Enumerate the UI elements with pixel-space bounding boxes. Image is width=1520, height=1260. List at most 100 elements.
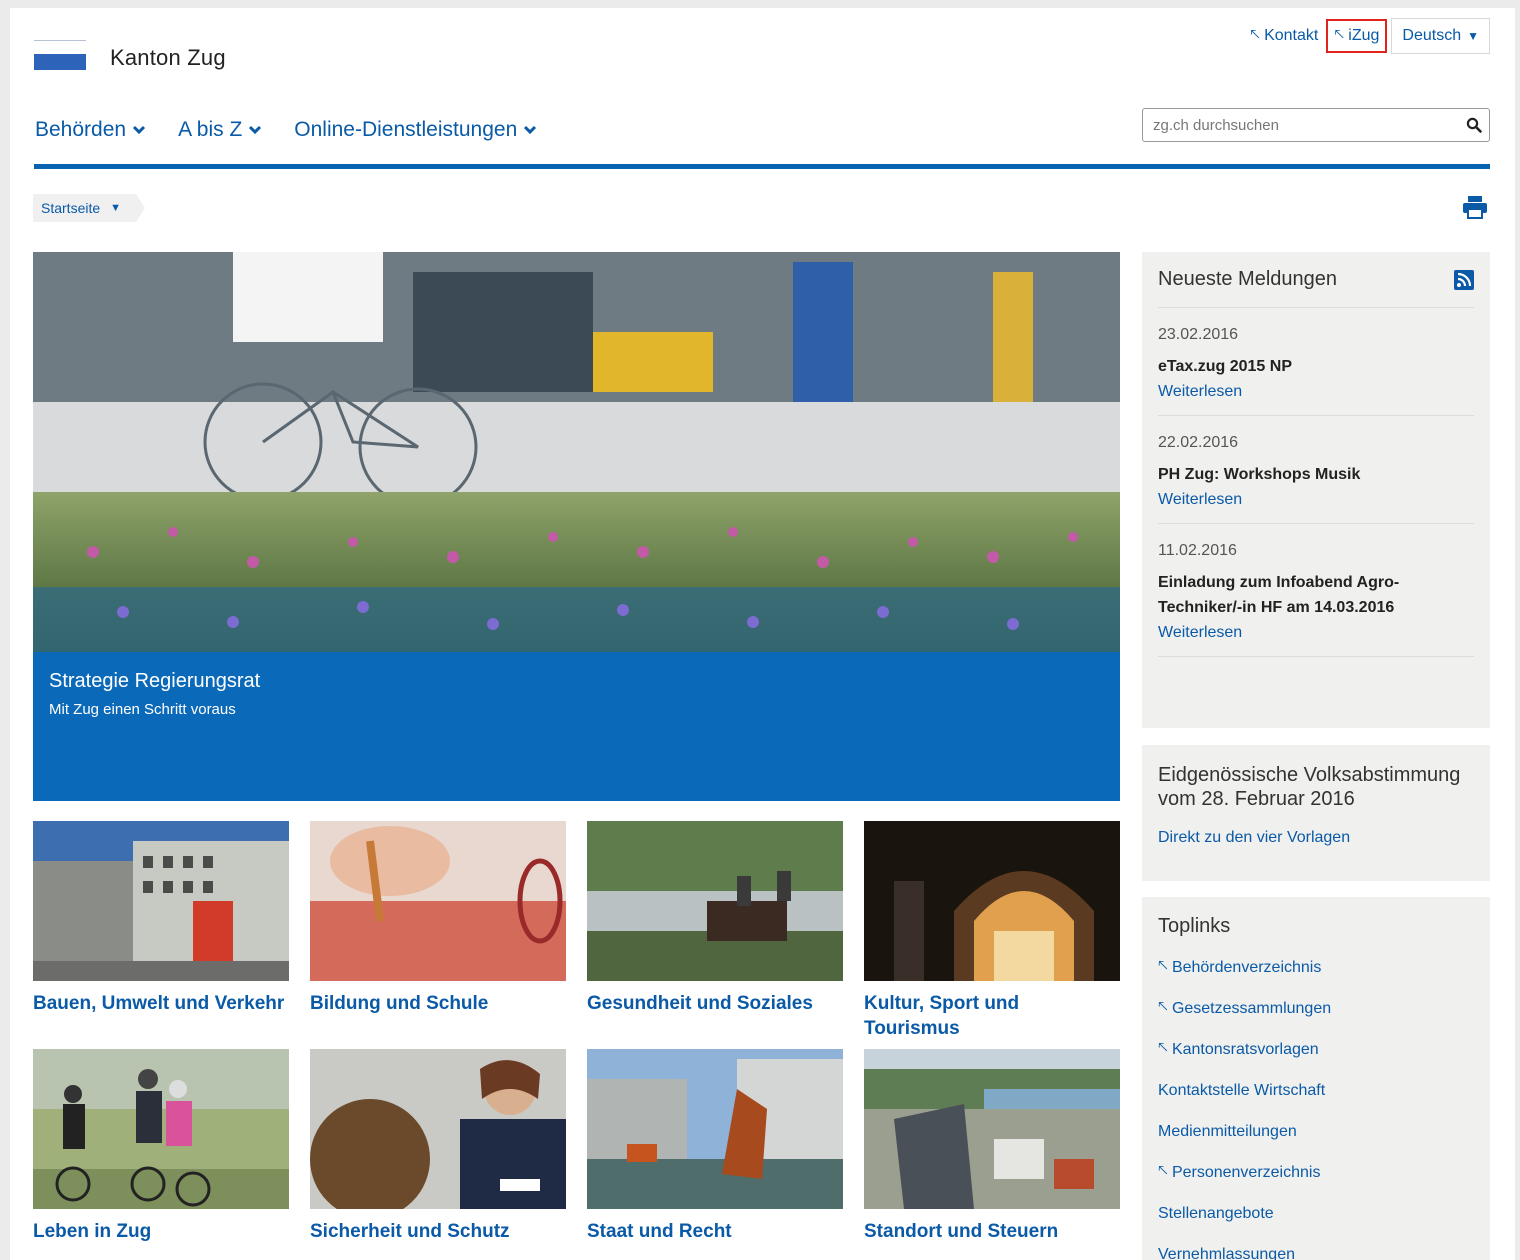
toplink-kontaktstelle-wirtschaft[interactable]: Kontaktstelle Wirtschaft xyxy=(1158,1079,1474,1102)
tile-label: Kultur, Sport und Tourismus xyxy=(864,993,1020,1039)
external-arrow-icon: 🡔 xyxy=(1158,1039,1168,1056)
logo-text: Kanton Zug xyxy=(110,45,226,70)
tile-standort[interactable]: Standort und Steuern xyxy=(864,1049,1120,1244)
site-logo[interactable]: Kanton Zug xyxy=(34,38,226,78)
caret-down-icon: ▼ xyxy=(110,202,122,214)
news-item: 23.02.2016 eTax.zug 2015 NP Weiterlesen xyxy=(1158,308,1474,416)
tile-leben[interactable]: Leben in Zug xyxy=(33,1049,289,1244)
search-input[interactable] xyxy=(1143,110,1459,140)
tile-image xyxy=(864,821,1120,981)
tile-image xyxy=(33,821,289,981)
toplink-kantonsratsvorlagen[interactable]: 🡔 Kantonsratsvorlagen xyxy=(1158,1038,1474,1061)
news-date: 11.02.2016 xyxy=(1158,542,1237,559)
news-date: 22.02.2016 xyxy=(1158,434,1239,451)
vote-box: Eidgenössische Volksabstimmung vom 28. F… xyxy=(1142,745,1490,881)
tile-image xyxy=(33,1049,289,1209)
news-headline: Einladung zum Infoabend Agro-Techniker/-… xyxy=(1158,574,1400,616)
logo-mark xyxy=(34,38,86,78)
external-arrow-icon: 🡔 xyxy=(1158,957,1168,974)
toplink-behoerdenverzeichnis[interactable]: 🡔 Behördenverzeichnis xyxy=(1158,956,1474,979)
hero-title: Strategie Regierungsrat xyxy=(49,670,261,692)
vote-title: Eidgenössische Volksabstimmung vom 28. F… xyxy=(1158,764,1461,810)
news-title: Neueste Meldungen xyxy=(1158,268,1338,290)
nav-item-a-bis-z[interactable]: A bis Z xyxy=(178,118,262,142)
language-select[interactable]: Deutsch ▼ xyxy=(1391,18,1490,54)
toplinks-box: Toplinks 🡔 Behördenverzeichnis 🡔 Gesetzess… xyxy=(1142,897,1490,1260)
toplink-label: Kontaktstelle Wirtschaft xyxy=(1158,1081,1326,1099)
print-icon[interactable] xyxy=(1462,194,1488,220)
tile-sicherheit[interactable]: Sicherheit und Schutz xyxy=(310,1049,566,1244)
tile-gesundheit[interactable]: Gesundheit und Soziales xyxy=(587,821,843,1016)
tile-label: Sicherheit und Schutz xyxy=(310,1221,510,1242)
news-item: 22.02.2016 PH Zug: Workshops Musik Weite… xyxy=(1158,416,1474,524)
tile-staat[interactable]: Staat und Recht xyxy=(587,1049,843,1244)
external-arrow-icon: 🡔 xyxy=(1250,25,1261,43)
chevron-down-icon xyxy=(249,125,262,135)
external-arrow-icon: 🡔 xyxy=(1334,25,1345,43)
tile-image xyxy=(587,821,843,981)
tile-image xyxy=(310,821,566,981)
izug-link[interactable]: 🡔 iZug xyxy=(1326,19,1388,53)
hero-caption: Strategie Regierungsrat Mit Zug einen Sc… xyxy=(33,652,1120,801)
breadcrumb[interactable]: Startseite ▼ xyxy=(33,194,146,222)
chevron-down-icon xyxy=(524,125,537,135)
caret-down-icon: ▼ xyxy=(1467,29,1479,43)
toplinks-title: Toplinks xyxy=(1158,915,1231,937)
news-date: 23.02.2016 xyxy=(1158,326,1239,343)
news-item: 11.02.2016 Einladung zum Infoabend Agro-… xyxy=(1158,524,1474,657)
tile-image xyxy=(310,1049,566,1209)
izug-label: iZug xyxy=(1348,27,1380,44)
tile-label: Bildung und Schule xyxy=(310,993,489,1014)
hero-banner[interactable]: Strategie Regierungsrat Mit Zug einen Sc… xyxy=(33,252,1120,801)
read-more-link[interactable]: Weiterlesen xyxy=(1158,624,1474,642)
tile-kultur[interactable]: Kultur, Sport und Tourismus xyxy=(864,821,1120,1041)
read-more-link[interactable]: Weiterlesen xyxy=(1158,383,1474,401)
tile-label: Gesundheit und Soziales xyxy=(587,993,813,1014)
chevron-down-icon xyxy=(133,125,146,135)
toplink-label: Gesetzessammlungen xyxy=(1171,999,1332,1017)
toplink-label: Behördenverzeichnis xyxy=(1171,958,1322,976)
tile-image xyxy=(587,1049,843,1209)
toplink-label: Kantonsratsvorlagen xyxy=(1171,1040,1319,1058)
hero-image xyxy=(33,252,1120,652)
toplink-gesetzessammlungen[interactable]: 🡔 Gesetzessammlungen xyxy=(1158,997,1474,1020)
nav-item-online-dienstleistungen[interactable]: Online-Dienstleistungen xyxy=(294,118,537,142)
nav-item-label: A bis Z xyxy=(178,118,243,141)
toplink-label: Stellenangebote xyxy=(1158,1204,1274,1222)
search-icon[interactable] xyxy=(1459,117,1489,133)
toplink-label: Medienmitteilungen xyxy=(1158,1122,1297,1140)
tile-label: Bauen, Umwelt und Verkehr xyxy=(33,993,285,1014)
news-headline: eTax.zug 2015 NP xyxy=(1158,358,1292,375)
hero-subtitle: Mit Zug einen Schritt voraus xyxy=(49,701,236,718)
top-bar: 🡔 Kontakt 🡔 iZug Deutsch ▼ xyxy=(1244,18,1490,54)
tile-label: Standort und Steuern xyxy=(864,1221,1059,1242)
news-header: Neueste Meldungen xyxy=(1158,268,1474,308)
kontakt-link[interactable]: 🡔 Kontakt xyxy=(1244,19,1324,53)
nav-divider xyxy=(34,164,1490,169)
read-more-link[interactable]: Weiterlesen xyxy=(1158,491,1474,509)
tile-bildung[interactable]: Bildung und Schule xyxy=(310,821,566,1016)
toplink-label: Vernehmlassungen xyxy=(1158,1245,1295,1260)
news-headline: PH Zug: Workshops Musik xyxy=(1158,466,1361,483)
nav-item-label: Behörden xyxy=(35,118,127,141)
toplink-stellenangebote[interactable]: Stellenangebote xyxy=(1158,1202,1474,1225)
main-nav: Behörden A bis Z Online-Dienstleistungen xyxy=(35,118,569,142)
toplink-medienmitteilungen[interactable]: Medienmitteilungen xyxy=(1158,1120,1474,1143)
news-box: Neueste Meldungen 23.02.2016 eTax.zug 20… xyxy=(1142,252,1490,728)
vote-link[interactable]: Direkt zu den vier Vorlagen xyxy=(1158,829,1474,847)
tile-label: Leben in Zug xyxy=(33,1221,152,1242)
nav-item-behoerden[interactable]: Behörden xyxy=(35,118,146,142)
external-arrow-icon: 🡔 xyxy=(1158,998,1168,1015)
tile-image xyxy=(864,1049,1120,1209)
language-label: Deutsch xyxy=(1402,27,1462,44)
external-arrow-icon: 🡔 xyxy=(1158,1162,1168,1179)
tile-bauen[interactable]: Bauen, Umwelt und Verkehr xyxy=(33,821,289,1016)
toplink-vernehmlassungen[interactable]: Vernehmlassungen xyxy=(1158,1243,1474,1260)
rss-icon[interactable] xyxy=(1454,269,1474,290)
search-box xyxy=(1142,108,1490,142)
tile-label: Staat und Recht xyxy=(587,1221,732,1242)
page: Kanton Zug 🡔 Kontakt 🡔 iZug Deutsch ▼ Be… xyxy=(10,8,1515,1260)
toplink-personenverzeichnis[interactable]: 🡔 Personenverzeichnis xyxy=(1158,1161,1474,1184)
toplink-label: Personenverzeichnis xyxy=(1171,1163,1321,1181)
kontakt-label: Kontakt xyxy=(1264,27,1319,44)
